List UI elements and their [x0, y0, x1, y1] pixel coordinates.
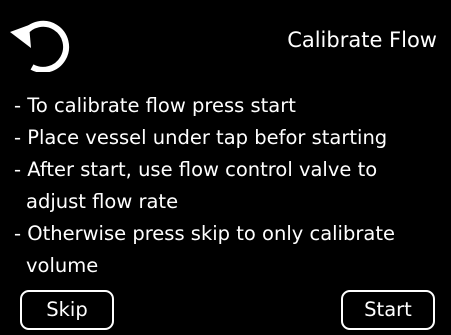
instruction-line: - Place vessel under tap befor starting — [14, 126, 388, 149]
rotate-back-icon — [10, 20, 70, 72]
instruction-list: - To calibrate flow press start - Place … — [14, 90, 444, 282]
instruction-line: - Otherwise press skip to only calibrate — [14, 222, 395, 245]
start-button[interactable]: Start — [341, 290, 435, 330]
calibrate-flow-screen: Calibrate Flow - To calibrate flow press… — [0, 0, 451, 335]
back-button[interactable] — [8, 12, 74, 72]
instruction-line: - To calibrate flow press start — [14, 94, 296, 117]
skip-button[interactable]: Skip — [20, 290, 114, 330]
page-title: Calibrate Flow — [287, 28, 437, 52]
instruction-line: volume — [26, 254, 99, 277]
instruction-line: - After start, use flow control valve to — [14, 158, 378, 181]
instruction-line: adjust flow rate — [26, 190, 179, 213]
